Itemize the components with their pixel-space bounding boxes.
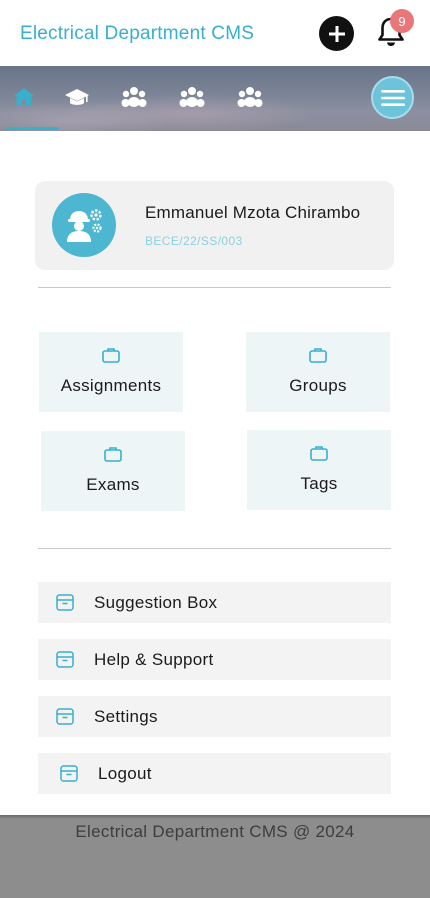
profile-id: BECE/22/SS/003 xyxy=(145,234,243,248)
nav-groups-1[interactable] xyxy=(120,83,148,111)
users-icon xyxy=(121,87,147,107)
app-title: Electrical Department CMS xyxy=(20,23,255,44)
nav-home[interactable] xyxy=(10,83,38,111)
footer-text: Electrical Department CMS @ 2024 xyxy=(75,822,355,841)
menu-item-label: Suggestion Box xyxy=(94,593,218,612)
nav-courses[interactable] xyxy=(63,83,91,111)
archive-box-icon xyxy=(56,594,74,611)
divider xyxy=(38,548,391,549)
menu-item-settings[interactable]: Settings xyxy=(38,696,391,737)
menu-item-help-support[interactable]: Help & Support xyxy=(38,639,391,680)
graduation-cap-icon xyxy=(65,89,89,105)
tile-label: Assignments xyxy=(60,376,162,395)
menu-item-logout[interactable]: Logout xyxy=(38,753,391,794)
tile-assignments[interactable]: Assignments xyxy=(39,332,183,412)
briefcase-icon xyxy=(310,444,328,462)
nav-bar xyxy=(0,66,430,131)
plus-circle-icon[interactable] xyxy=(319,16,354,51)
menu-item-label: Logout xyxy=(98,764,152,783)
briefcase-icon xyxy=(309,346,327,364)
hamburger-menu-icon[interactable] xyxy=(371,76,414,119)
tile-tags[interactable]: Tags xyxy=(247,430,391,510)
avatar xyxy=(52,193,116,257)
briefcase-icon xyxy=(104,445,122,463)
profile-card[interactable]: Emmanuel Mzota Chirambo BECE/22/SS/003 xyxy=(35,181,394,270)
engineer-gears-icon xyxy=(67,209,102,242)
menu-item-label: Help & Support xyxy=(94,650,214,669)
archive-box-icon xyxy=(60,765,78,782)
active-tab-indicator xyxy=(5,127,59,130)
tile-label: Tags xyxy=(300,474,338,493)
nav-groups-3[interactable] xyxy=(236,83,264,111)
archive-box-icon xyxy=(56,651,74,668)
users-icon xyxy=(237,87,263,107)
menu-item-suggestion-box[interactable]: Suggestion Box xyxy=(38,582,391,623)
briefcase-icon xyxy=(102,346,120,364)
notification-badge: 9 xyxy=(390,9,414,33)
menu-item-label: Settings xyxy=(94,707,158,726)
backdrop-overlay[interactable]: Electrical Department CMS @ 2024 xyxy=(0,815,430,898)
tile-groups[interactable]: Groups xyxy=(246,332,390,412)
archive-box-icon xyxy=(56,708,74,725)
divider xyxy=(38,287,391,288)
tile-label: Exams xyxy=(86,475,140,494)
nav-groups-2[interactable] xyxy=(178,83,206,111)
users-icon xyxy=(179,87,205,107)
profile-name: Emmanuel Mzota Chirambo xyxy=(145,203,361,222)
app-header: Electrical Department CMS 9 xyxy=(0,0,430,66)
tile-label: Groups xyxy=(289,376,347,395)
tile-exams[interactable]: Exams xyxy=(41,431,185,511)
home-icon xyxy=(14,88,34,106)
